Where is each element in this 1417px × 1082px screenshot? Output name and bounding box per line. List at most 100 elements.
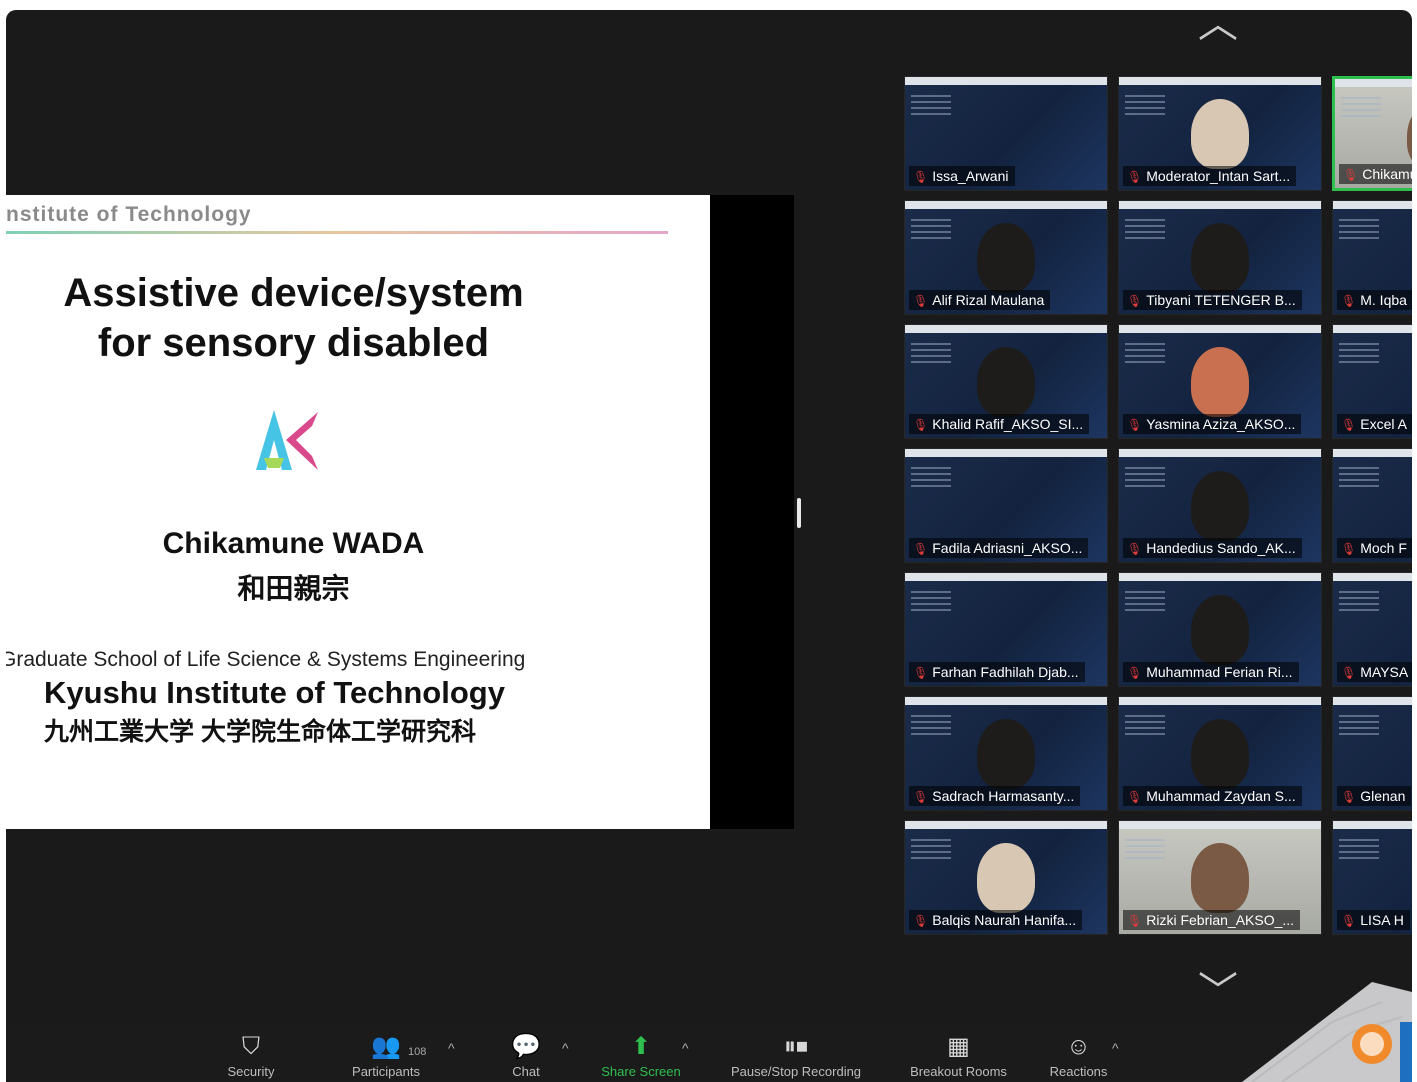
chat-bubble-icon: 💬 xyxy=(511,1033,541,1060)
muted-mic-icon: 🎙 xyxy=(913,418,929,432)
tile-virtual-bg-bar xyxy=(905,697,1107,705)
slide-university-jp: 九州工業大学 大学院生命体工学研究科 xyxy=(44,718,476,746)
participant-name: Fadila Adriasni_AKSO... xyxy=(932,540,1083,556)
participant-tile[interactable]: 🎙 Moderator_Intan Sart... xyxy=(1118,76,1322,191)
tile-virtual-bg-bar xyxy=(1335,79,1412,87)
muted-mic-icon: 🎙 xyxy=(1341,790,1357,804)
shared-screen: nstitute of Technology Assistive device/… xyxy=(6,195,794,829)
tile-bg-text xyxy=(911,343,951,365)
participant-video-silhouette xyxy=(977,223,1035,293)
participant-name-tag: 🎙 Muhammad Ferian Ri... xyxy=(1123,662,1299,682)
participant-tile[interactable]: 🎙 Farhan Fadhilah Djab... xyxy=(904,572,1108,687)
scroll-up-chevron-icon[interactable]: ︿ xyxy=(1198,10,1238,44)
tile-bg-text xyxy=(1125,591,1165,613)
participant-tile[interactable]: 🎙 Tibyani TETENGER B... xyxy=(1118,200,1322,315)
participant-name: Yasmina Aziza_AKSO... xyxy=(1146,416,1296,432)
muted-mic-icon: 🎙 xyxy=(1341,418,1357,432)
participant-name-tag: 🎙 Tibyani TETENGER B... xyxy=(1123,290,1302,310)
participant-video-silhouette xyxy=(1191,719,1249,789)
participant-tile[interactable]: 🎙 Moch F xyxy=(1332,448,1412,563)
participant-tile[interactable]: 🎙 Excel A xyxy=(1332,324,1412,439)
participant-name: LISA H xyxy=(1360,912,1404,928)
participant-tile[interactable]: 🎙 Issa_Arwani xyxy=(904,76,1108,191)
chat-button[interactable]: 💬 Chat xyxy=(496,1032,556,1079)
participant-tile[interactable]: 🎙 Muhammad Ferian Ri... xyxy=(1118,572,1322,687)
tile-virtual-bg-bar xyxy=(1119,573,1321,581)
chat-caret-icon[interactable]: ^ xyxy=(562,1040,569,1056)
meeting-toolbar: ⛉ Security 👥 Participants 108 ^ 💬 Chat ^… xyxy=(6,1026,1412,1082)
reactions-button[interactable]: ☺ Reactions xyxy=(1041,1032,1116,1079)
tile-bg-text xyxy=(911,219,951,241)
participant-tile[interactable]: 🎙 Khalid Rafif_AKSO_SI... xyxy=(904,324,1108,439)
participants-caret-icon[interactable]: ^ xyxy=(448,1040,455,1056)
participant-tile[interactable]: 🎙 Alif Rizal Maulana xyxy=(904,200,1108,315)
participant-tile[interactable]: 🎙 Sadrach Harmasanty... xyxy=(904,696,1108,811)
participant-tile[interactable]: 🎙 Rizki Febrian_AKSO_... xyxy=(1118,820,1322,935)
tile-virtual-bg-bar xyxy=(1333,449,1412,457)
breakout-rooms-button[interactable]: ▦ Breakout Rooms xyxy=(896,1032,1021,1079)
participant-name: Muhammad Zaydan S... xyxy=(1146,788,1296,804)
tile-virtual-bg-bar xyxy=(905,449,1107,457)
security-button[interactable]: ⛉ Security xyxy=(216,1032,286,1079)
muted-mic-icon: 🎙 xyxy=(1343,168,1359,182)
participant-name: Excel A xyxy=(1360,416,1407,432)
participant-name-tag: 🎙 LISA H xyxy=(1337,910,1410,930)
muted-mic-icon: 🎙 xyxy=(1127,666,1143,680)
participant-tile[interactable]: 🎙 Balqis Naurah Hanifa... xyxy=(904,820,1108,935)
participant-name: Issa_Arwani xyxy=(932,168,1009,184)
tile-bg-text xyxy=(911,591,951,613)
participant-tile[interactable]: 🎙 Muhammad Zaydan S... xyxy=(1118,696,1322,811)
reactions-caret-icon[interactable]: ^ xyxy=(1112,1040,1119,1056)
participant-tile[interactable]: 🎙 Yasmina Aziza_AKSO... xyxy=(1118,324,1322,439)
participant-tile[interactable]: 🎙 MAYSA xyxy=(1332,572,1412,687)
participant-name: Farhan Fadhilah Djab... xyxy=(932,664,1079,680)
share-screen-button[interactable]: ⬆ Share Screen xyxy=(591,1032,691,1079)
shield-icon: ⛉ xyxy=(242,1033,260,1060)
recording-button[interactable]: ⏸⏹ Pause/Stop Recording xyxy=(711,1032,881,1079)
tile-bg-text xyxy=(1341,97,1381,119)
participant-tile[interactable]: 🎙 M. Iqba xyxy=(1332,200,1412,315)
participant-name: Moch F xyxy=(1360,540,1407,556)
participant-video-silhouette xyxy=(1191,99,1249,169)
participant-name: Tibyani TETENGER B... xyxy=(1146,292,1296,308)
participant-count: 108 xyxy=(408,1046,427,1058)
participant-tile[interactable]: 🎙 Handedius Sando_AK... xyxy=(1118,448,1322,563)
participant-name-tag: 🎙 Rizki Febrian_AKSO_... xyxy=(1123,910,1301,930)
tile-bg-text xyxy=(1125,219,1165,241)
tile-virtual-bg-bar xyxy=(1119,449,1321,457)
tile-bg-text xyxy=(911,467,951,489)
tile-virtual-bg-bar xyxy=(905,821,1107,829)
participant-name: Khalid Rafif_AKSO_SI... xyxy=(932,416,1084,432)
tile-bg-text xyxy=(1339,467,1379,489)
participant-video-silhouette xyxy=(1191,595,1249,665)
tile-virtual-bg-bar xyxy=(905,201,1107,209)
participant-video-silhouette xyxy=(977,843,1035,913)
tile-virtual-bg-bar xyxy=(1119,821,1321,829)
participant-name: Alif Rizal Maulana xyxy=(932,292,1045,308)
tile-bg-text xyxy=(911,715,951,737)
muted-mic-icon: 🎙 xyxy=(913,294,929,308)
participant-video-silhouette xyxy=(1191,471,1249,541)
grid-icon: ▦ xyxy=(947,1033,970,1060)
participant-tile[interactable]: 🎙 Fadila Adriasni_AKSO... xyxy=(904,448,1108,563)
participant-video-silhouette xyxy=(977,347,1035,417)
tile-bg-text xyxy=(1339,715,1379,737)
split-view-handle[interactable] xyxy=(797,498,801,528)
participant-tile[interactable]: 🎙Chikamun xyxy=(1332,76,1412,191)
tile-bg-text xyxy=(911,839,951,861)
participant-name: Handedius Sando_AK... xyxy=(1146,540,1296,556)
tile-virtual-bg-bar xyxy=(1119,77,1321,85)
slide-graduate-school: Graduate School of Life Science & System… xyxy=(6,648,526,671)
participant-name-tag: 🎙 MAYSA xyxy=(1337,662,1412,682)
reactions-label: Reactions xyxy=(1049,1064,1108,1079)
tile-virtual-bg-bar xyxy=(1333,201,1412,209)
tile-virtual-bg-bar xyxy=(1333,697,1412,705)
participant-name-tag: 🎙 Handedius Sando_AK... xyxy=(1123,538,1302,558)
breakout-label: Breakout Rooms xyxy=(910,1064,1007,1079)
participant-tile[interactable]: 🎙 Glenan xyxy=(1332,696,1412,811)
recording-label: Pause/Stop Recording xyxy=(730,1064,862,1079)
participant-video-silhouette xyxy=(1191,347,1249,417)
slide-header-rule xyxy=(6,231,668,234)
participant-tile[interactable]: 🎙 LISA H xyxy=(1332,820,1412,935)
share-caret-icon[interactable]: ^ xyxy=(682,1040,689,1056)
